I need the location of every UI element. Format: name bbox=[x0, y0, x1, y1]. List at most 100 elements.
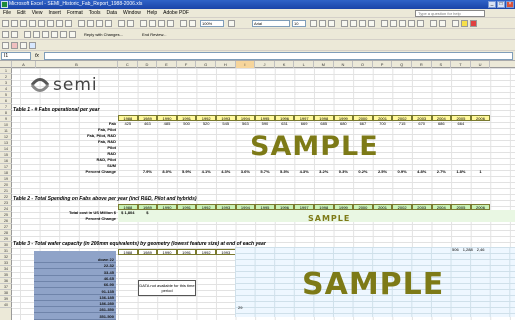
cell-percent-change-1992[interactable]: 4.1% bbox=[196, 169, 216, 175]
italic-icon[interactable] bbox=[319, 20, 326, 27]
print-preview-icon[interactable] bbox=[56, 20, 63, 27]
fill-color-icon[interactable] bbox=[461, 20, 468, 27]
cell-fab-1992[interactable]: 520 bbox=[196, 121, 216, 127]
year-cell-1993[interactable]: 1993 bbox=[215, 249, 236, 255]
cell-percent-change-1994[interactable]: 3.6% bbox=[236, 169, 256, 175]
column-header-r[interactable]: R bbox=[412, 61, 432, 68]
cell-percent-change-2006[interactable]: 1 bbox=[471, 169, 491, 175]
cell-percent-change-1991[interactable]: 5.9% bbox=[177, 169, 197, 175]
permission-icon[interactable] bbox=[29, 20, 36, 27]
cell-percent-change-1997[interactable]: 4.3% bbox=[294, 169, 314, 175]
merge-center-icon[interactable] bbox=[368, 20, 375, 27]
cell-percent-change-1993[interactable]: 4.3% bbox=[216, 169, 236, 175]
column-header-m[interactable]: M bbox=[314, 61, 334, 68]
bold-icon[interactable] bbox=[310, 20, 317, 27]
cell-percent-change-2001[interactable]: 2.5% bbox=[373, 169, 393, 175]
ink-icon[interactable] bbox=[60, 31, 67, 38]
format-painter-icon[interactable] bbox=[105, 20, 112, 27]
reply-with-changes-button[interactable]: Reply with Changes... bbox=[82, 31, 138, 38]
fx-icon[interactable]: fx bbox=[35, 52, 39, 60]
cell-fab-1991[interactable]: 500 bbox=[177, 121, 197, 127]
year-cell-1992[interactable]: 1992 bbox=[196, 249, 216, 255]
undo-icon[interactable] bbox=[118, 20, 125, 27]
column-header-g[interactable]: G bbox=[196, 61, 216, 68]
maximize-icon[interactable]: □ bbox=[497, 1, 505, 8]
column-header-u[interactable]: U bbox=[471, 61, 491, 68]
column-header-j[interactable]: J bbox=[255, 61, 275, 68]
end-review-button[interactable]: End Review... bbox=[140, 31, 176, 38]
menu-insert[interactable]: Insert bbox=[48, 10, 61, 16]
column-header-t[interactable]: T bbox=[451, 61, 471, 68]
column-header-o[interactable]: O bbox=[353, 61, 373, 68]
menu-data[interactable]: Data bbox=[106, 10, 117, 16]
cell-percent-change-1989[interactable]: 7.9% bbox=[138, 169, 158, 175]
formula-input[interactable] bbox=[44, 52, 513, 60]
cell-fab-1993[interactable]: 545 bbox=[216, 121, 236, 127]
hyperlink-icon[interactable] bbox=[140, 20, 147, 27]
convert-pdf-icon[interactable] bbox=[11, 31, 18, 38]
column-header-k[interactable]: K bbox=[275, 61, 295, 68]
cell-fab-2000[interactable]: 667 bbox=[353, 121, 373, 127]
cell-total-cost-1989[interactable]: $ bbox=[138, 210, 158, 216]
cell-fab-2002[interactable]: 715 bbox=[392, 121, 412, 127]
cell-fab-2001[interactable]: 700 bbox=[373, 121, 393, 127]
print-icon[interactable] bbox=[47, 20, 54, 27]
column-header-n[interactable]: N bbox=[334, 61, 354, 68]
cell-fab-1995[interactable]: 590 bbox=[255, 121, 275, 127]
cell-fab-1997[interactable]: 669 bbox=[294, 121, 314, 127]
copy-icon[interactable] bbox=[87, 20, 94, 27]
cell-percent-change-2000[interactable]: 0.2% bbox=[353, 169, 373, 175]
cell-fab-1994[interactable]: 563 bbox=[236, 121, 256, 127]
column-header-a[interactable]: A bbox=[12, 61, 36, 68]
spreadsheet-grid[interactable]: semi Table 1 - # Fabs operational per ye… bbox=[12, 68, 515, 320]
percent-icon[interactable] bbox=[390, 20, 397, 27]
cell-percent-change-1999[interactable]: 0.3% bbox=[334, 169, 354, 175]
cut-icon[interactable] bbox=[78, 20, 85, 27]
sort-descending-icon[interactable] bbox=[167, 20, 174, 27]
drawing-icon[interactable] bbox=[189, 20, 196, 27]
redo-icon[interactable] bbox=[127, 20, 134, 27]
menu-edit[interactable]: Edit bbox=[17, 10, 26, 16]
menu-format[interactable]: Format bbox=[67, 10, 83, 16]
cell-percent-change-1998[interactable]: 3.2% bbox=[314, 169, 334, 175]
borders-icon[interactable] bbox=[452, 20, 459, 27]
cell-percent-change-2002[interactable]: 0.9% bbox=[392, 169, 412, 175]
cell-fab-1996[interactable]: 631 bbox=[275, 121, 295, 127]
send-icon[interactable] bbox=[69, 31, 76, 38]
align-center-icon[interactable] bbox=[350, 20, 357, 27]
comma-style-icon[interactable] bbox=[399, 20, 406, 27]
menu-window[interactable]: Window bbox=[123, 10, 141, 16]
column-header-i[interactable]: I bbox=[235, 61, 256, 68]
cell-fab-2003[interactable]: 670 bbox=[412, 121, 432, 127]
cell-fab-2006[interactable] bbox=[471, 121, 491, 127]
select-all-corner[interactable] bbox=[0, 61, 12, 68]
increase-decimal-icon[interactable] bbox=[408, 20, 415, 27]
cell-percent-change-1990[interactable]: 8.0% bbox=[157, 169, 177, 175]
column-header-e[interactable]: E bbox=[157, 61, 177, 68]
cell-percent-change-1996[interactable]: 5.3% bbox=[275, 169, 295, 175]
menu-view[interactable]: View bbox=[32, 10, 43, 16]
autosum-icon[interactable] bbox=[149, 20, 156, 27]
cell-percent-change-2004[interactable]: 2.7% bbox=[432, 169, 452, 175]
comment-icon[interactable] bbox=[42, 31, 49, 38]
paste-icon[interactable] bbox=[96, 20, 103, 27]
column-header-p[interactable]: P bbox=[373, 61, 393, 68]
menu-help[interactable]: Help bbox=[147, 10, 157, 16]
track-changes-icon[interactable] bbox=[33, 31, 40, 38]
align-right-icon[interactable] bbox=[359, 20, 366, 27]
font-size-select[interactable]: 10 bbox=[292, 20, 306, 27]
cell-table3-value-2[interactable]: 1,288 bbox=[463, 247, 473, 252]
cell-table3-first-value[interactable]: 29 bbox=[238, 305, 242, 310]
column-header-d[interactable]: D bbox=[138, 61, 158, 68]
zoom-select[interactable]: 100% bbox=[200, 20, 224, 27]
font-select[interactable]: Arial bbox=[252, 20, 290, 27]
open-icon[interactable] bbox=[11, 20, 18, 27]
year-cell-1990[interactable]: 1990 bbox=[157, 249, 177, 255]
align-left-icon[interactable] bbox=[341, 20, 348, 27]
decrease-indent-icon[interactable] bbox=[430, 20, 437, 27]
vba-icon[interactable] bbox=[29, 42, 36, 49]
cell-table3-value-3[interactable]: 2,46 bbox=[477, 247, 485, 252]
currency-icon[interactable] bbox=[381, 20, 388, 27]
decrease-decimal-icon[interactable] bbox=[417, 20, 424, 27]
cell-fab-1990[interactable]: 485 bbox=[157, 121, 177, 127]
